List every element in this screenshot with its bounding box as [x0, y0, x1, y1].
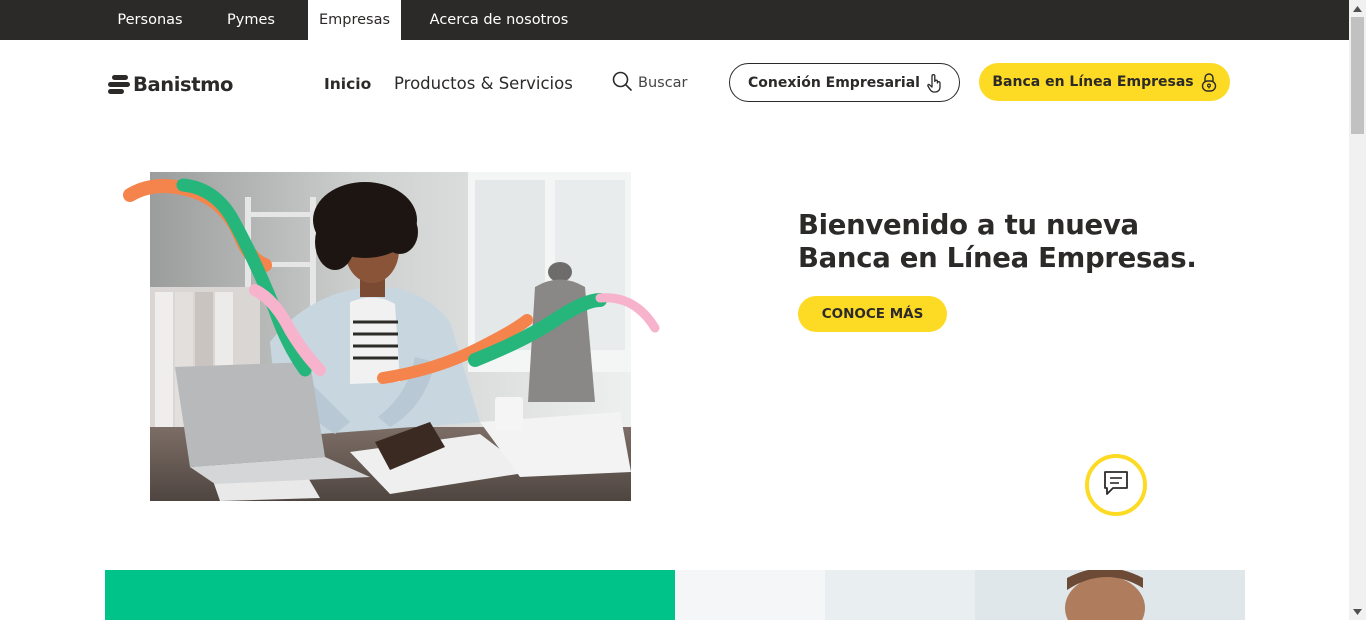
segment-tab-acerca[interactable]: Acerca de nosotros: [423, 0, 575, 40]
segment-tab-pymes[interactable]: Pymes: [212, 0, 290, 40]
segment-bar: Personas Pymes Empresas Acerca de nosotr…: [0, 0, 1349, 40]
chat-button[interactable]: [1085, 454, 1147, 516]
promo-panel-green: [105, 570, 675, 620]
hero-image: [150, 172, 631, 501]
promo-panel-photo: [675, 570, 1245, 620]
search-trigger[interactable]: Buscar: [612, 71, 688, 95]
banca-en-linea-label: Banca en Línea Empresas: [992, 74, 1194, 90]
chat-icon: [1102, 469, 1130, 501]
logo-mark-icon: [108, 73, 130, 95]
conexion-empresarial-button[interactable]: Conexión Empresarial: [729, 63, 960, 102]
lock-icon: [1201, 72, 1217, 92]
hero-title-line-1: Bienvenido a tu nueva: [798, 209, 1139, 241]
segment-tab-empresas[interactable]: Empresas: [308, 0, 401, 40]
nav-productos-servicios[interactable]: Productos & Servicios: [394, 74, 573, 93]
scroll-thumb[interactable]: [1351, 17, 1364, 134]
hero-title: Bienvenido a tu nueva Banca en Línea Emp…: [798, 209, 1218, 275]
banca-en-linea-button[interactable]: Banca en Línea Empresas: [979, 63, 1230, 101]
segment-tab-personas[interactable]: Personas: [105, 0, 195, 40]
search-label: Buscar: [638, 75, 688, 91]
nav-inicio[interactable]: Inicio: [324, 75, 371, 93]
logo[interactable]: Banistmo: [108, 70, 233, 98]
hand-pointer-icon: [927, 73, 941, 93]
hero-title-line-2: Banca en Línea Empresas.: [798, 242, 1197, 274]
conexion-empresarial-label: Conexión Empresarial: [748, 74, 920, 91]
search-icon: [612, 71, 632, 95]
scroll-up-arrow-icon[interactable]: [1349, 0, 1366, 17]
scroll-down-arrow-icon[interactable]: [1349, 603, 1366, 620]
scrollbar[interactable]: [1349, 0, 1366, 620]
logo-text: Banistmo: [133, 72, 234, 96]
conoce-mas-button[interactable]: CONOCE MÁS: [798, 296, 947, 332]
